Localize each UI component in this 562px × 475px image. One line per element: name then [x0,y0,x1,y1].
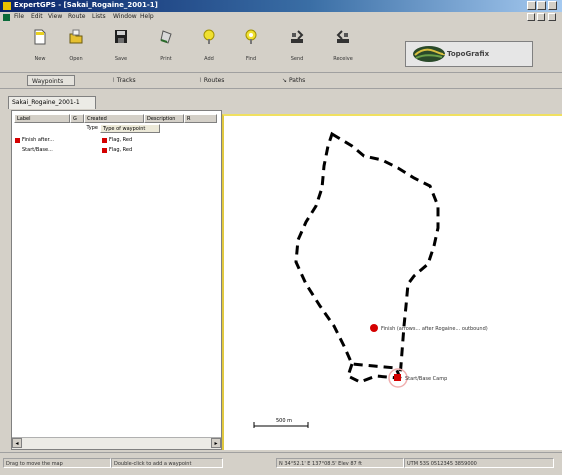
receive-gps-icon [336,30,349,43]
menu-help[interactable]: Help [140,13,154,20]
tab-waypoints-label: Waypoints [32,78,64,85]
app-icon [3,2,11,10]
find-icon [245,29,257,44]
send-label: Send [290,56,304,62]
waypoint-finish-marker [370,324,378,332]
row-marker [15,148,20,153]
waypoint-finish-label: Finish (arrows... after Rogaine... outbo… [381,326,488,332]
send-gps-icon [291,30,304,43]
tab-waypoints[interactable]: Waypoints [27,75,75,86]
maximize-button[interactable] [537,1,546,10]
menu-lists[interactable]: Lists [92,13,106,20]
doc-icon [3,14,10,21]
print-icon [160,30,172,44]
col-r[interactable]: R [184,114,217,123]
add-label: Add [204,56,214,62]
tab-tracks[interactable]: ⌇ Tracks [112,75,136,86]
scroll-right-button[interactable]: ▸ [211,438,221,448]
waypoint-start-flag [394,374,401,381]
waypoint-type: Flag, Red [109,137,133,143]
find-button[interactable]: Find [238,27,264,69]
minimize-button[interactable] [527,1,536,10]
new-label: New [34,56,46,62]
map-drawing: Finish (arrows... after Rogaine... outbo… [253,131,488,428]
col-g[interactable]: G [70,114,84,123]
horizontal-scrollbar[interactable]: ◂ ▸ [12,437,221,449]
print-label: Print [160,56,172,62]
col-description[interactable]: Description [144,114,184,123]
track-line [294,131,440,379]
menu-route[interactable]: Route [68,13,85,20]
scale-bar-label: 500 m [276,418,292,424]
receive-button[interactable]: Receive [330,27,356,69]
find-label: Find [245,56,257,62]
subcol-type: Type [86,125,98,131]
save-disk-icon [115,30,127,43]
open-folder-icon [69,29,83,44]
menu-edit[interactable]: Edit [31,13,43,20]
window-title: ExpertGPS - [Sakai_Rogaine_2001-1] [14,1,158,9]
flag-red-icon [15,138,20,143]
menu-bar: File Edit View Route Lists Window Help [0,12,562,23]
waypoint-name: Finish after... [22,137,54,143]
receive-label: Receive [333,56,353,62]
table-row[interactable]: Start/Base... Flag, Red [14,146,219,155]
subcol-waypoint-type[interactable]: Type of waypoint [100,124,160,133]
scale-bar: 500 m [253,418,309,428]
menu-window[interactable]: Window [113,13,137,20]
status-utm: UTM 53S 0512345 3859000 [404,458,554,468]
doc-minimize-button[interactable] [527,13,535,21]
paths-icon: ↘ [282,77,289,84]
flag-red-icon [102,138,107,143]
tab-routes-label: Routes [203,77,225,84]
flag-red-icon [102,148,107,153]
close-button[interactable] [548,1,557,10]
tab-routes[interactable]: ⌇ Routes [199,75,224,86]
map-canvas[interactable]: Finish (arrows... after Rogaine... outbo… [222,114,562,450]
table-row[interactable]: Finish after... Flag, Red [14,136,219,145]
col-label[interactable]: Label [14,114,70,123]
open-button[interactable]: Open [63,27,89,69]
waypoint-start-label: Start/Base Camp [405,376,447,382]
status-hint: Drag to move the map [3,458,111,468]
status-hint-2: Double-click to add a waypoint [111,458,223,468]
tab-tracks-label: Tracks [116,77,136,84]
add-waypoint-icon [203,29,215,44]
menu-file[interactable]: File [14,13,24,20]
mode-tab-bar: Waypoints ⌇ Tracks ⌇ Routes ↘ Paths [0,73,562,89]
tab-paths[interactable]: ↘ Paths [282,75,305,86]
status-bar: Drag to move the map Double-click to add… [0,452,562,475]
new-file-icon [34,29,46,45]
waypoint-type: Flag, Red [109,147,133,153]
add-button[interactable]: Add [196,27,222,69]
waypoint-name: Start/Base... [22,147,53,153]
doc-close-button[interactable] [548,13,556,21]
status-coordinates: N 34°52.1' E 137°08.5' Elev 87 ft [276,458,404,468]
col-created[interactable]: Created [84,114,144,123]
doc-restore-button[interactable] [537,13,545,21]
logo-text: TopoGrafix [447,50,490,58]
topografix-logo-icon [413,46,445,62]
save-button[interactable]: Save [108,27,134,69]
tab-paths-label: Paths [288,77,306,84]
send-button[interactable]: Send [284,27,310,69]
open-label: Open [69,56,83,62]
waypoint-list-panel: Label G Created Description R Type Type … [11,110,222,450]
print-button[interactable]: Print [153,27,179,69]
save-label: Save [114,56,128,62]
document-tab[interactable]: Sakai_Rogaine_2001-1 [8,96,96,109]
new-button[interactable]: New [27,27,53,69]
scroll-left-button[interactable]: ◂ [12,438,22,448]
menu-view[interactable]: View [48,13,62,20]
